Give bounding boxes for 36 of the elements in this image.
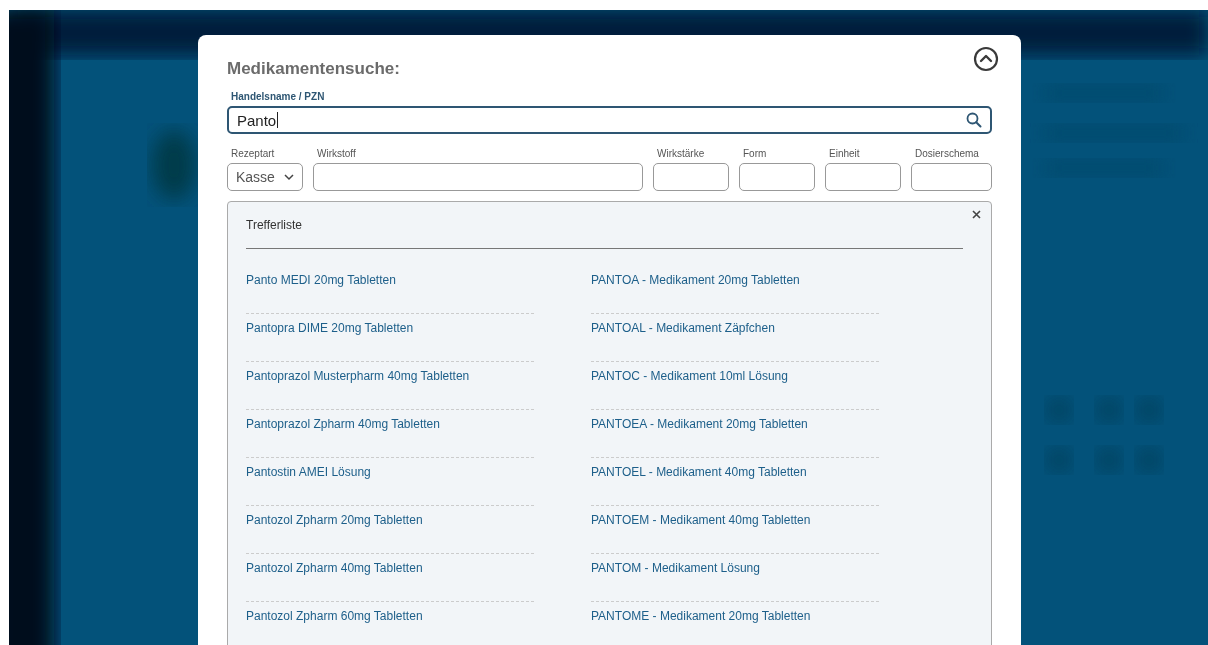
dialog-title: Medikamentensuche: xyxy=(227,59,400,79)
search-field[interactable]: Panto xyxy=(227,106,992,134)
input-field[interactable] xyxy=(313,163,643,191)
select-field[interactable]: Kasse xyxy=(227,163,303,191)
result-link[interactable]: PANTOAL - Medikament Zäpfchen xyxy=(591,321,775,335)
result-link[interactable]: PANTOME - Medikament 20mg Tabletten xyxy=(591,609,811,623)
result-link[interactable]: Pantozol Zpharm 60mg Tabletten xyxy=(246,609,423,623)
result-link[interactable]: PANTOEM - Medikament 40mg Tabletten xyxy=(591,513,811,527)
close-icon[interactable] xyxy=(972,210,981,219)
field-label: Handelsname / PZN xyxy=(231,91,326,102)
results-title: Trefferliste xyxy=(246,218,303,232)
search-icon[interactable] xyxy=(966,112,982,128)
field-label: Wirkstärke xyxy=(657,148,706,159)
result-link[interactable]: Pantoprazol Musterpharm 40mg Tabletten xyxy=(246,369,470,383)
field-label: Wirkstoff xyxy=(317,148,357,159)
result-link[interactable]: Panto MEDI 20mg Tabletten xyxy=(246,273,396,287)
input-field[interactable] xyxy=(825,163,901,191)
collapse-icon[interactable] xyxy=(973,46,999,72)
result-link[interactable]: PANTOEA - Medikament 20mg Tabletten xyxy=(591,417,808,431)
input-field[interactable] xyxy=(739,163,815,191)
result-link[interactable]: PANTOM - Medikament Lösung xyxy=(591,561,760,575)
result-link[interactable]: PANTOC - Medikament 10ml Lösung xyxy=(591,369,788,383)
result-link[interactable]: PANTOEL - Medikament 40mg Tabletten xyxy=(591,465,807,479)
result-link[interactable]: Pantozol Zpharm 20mg Tabletten xyxy=(246,513,423,527)
result-link[interactable]: Pantoprazol Zpharm 40mg Tabletten xyxy=(246,417,440,431)
field-label: Form xyxy=(743,148,768,159)
field-label: Einheit xyxy=(829,148,861,159)
chevron-down-icon xyxy=(284,173,294,181)
result-link[interactable]: Pantozol Zpharm 40mg Tabletten xyxy=(246,561,423,575)
input-field[interactable] xyxy=(653,163,729,191)
field-label: Rezeptart xyxy=(231,148,276,159)
result-link[interactable]: Pantostin AMEI Lösung xyxy=(246,465,371,479)
input-field[interactable] xyxy=(911,163,992,191)
field-label: Dosierschema xyxy=(915,148,980,159)
result-link[interactable]: PANTOA - Medikament 20mg Tabletten xyxy=(591,273,800,287)
result-link[interactable]: Pantopra DIME 20mg Tabletten xyxy=(246,321,414,335)
